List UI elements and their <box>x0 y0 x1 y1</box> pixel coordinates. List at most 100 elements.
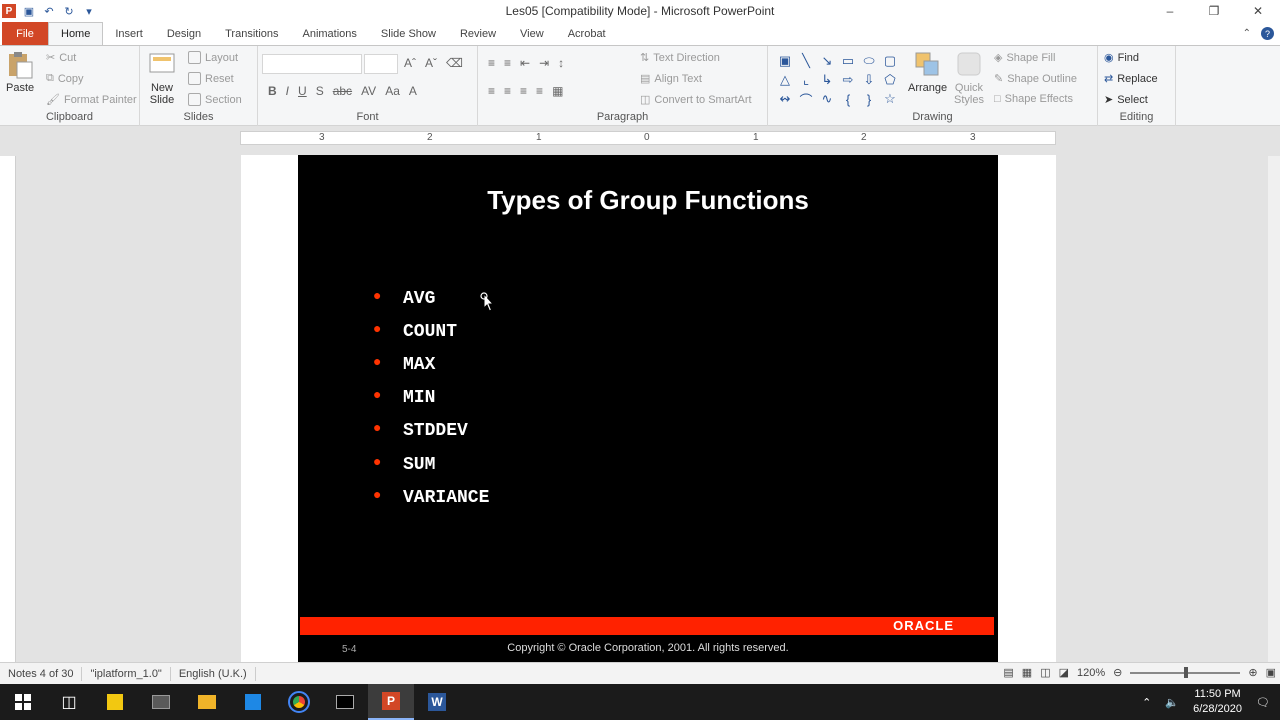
curve-shape-icon[interactable]: ↭ <box>776 90 794 108</box>
align-right-icon[interactable]: ≡ <box>520 84 527 98</box>
quick-styles-button[interactable]: Quick Styles <box>954 50 984 106</box>
triangle-shape-icon[interactable]: △ <box>776 71 794 89</box>
tab-home[interactable]: Home <box>48 22 104 45</box>
left-brace-icon[interactable]: { <box>839 90 857 108</box>
layout-button[interactable]: Layout <box>188 51 238 64</box>
shapes-gallery[interactable]: ▣ ╲ ↘ ▭ ⬭ ▢ △ ⌞ ↳ ⇨ ⇩ ⬠ ↭ ⌒ ∿ { } ☆ <box>776 52 904 108</box>
clear-formatting-icon[interactable]: ⌫ <box>446 56 463 70</box>
text-direction-button[interactable]: ⇅ Text Direction <box>640 51 720 65</box>
format-painter-button[interactable]: 🖌 Format Painter <box>46 93 137 107</box>
redo-icon[interactable]: ↻ <box>62 4 76 18</box>
chrome-icon[interactable] <box>276 684 322 720</box>
replace-button[interactable]: ⇄ Replace <box>1104 72 1158 86</box>
arrange-button[interactable]: Arrange <box>908 50 947 94</box>
reset-button[interactable]: Reset <box>188 72 234 85</box>
grow-font-icon[interactable]: Aˆ <box>404 56 416 70</box>
freeform-shape-icon[interactable]: ∿ <box>818 90 836 108</box>
slideshow-view-icon[interactable]: ◪ <box>1059 666 1069 679</box>
clock[interactable]: 11:50 PM 6/28/2020 <box>1193 687 1242 717</box>
font-size-combo[interactable] <box>364 54 398 74</box>
normal-view-icon[interactable]: ▤ <box>1003 666 1013 679</box>
elbow-connector-icon[interactable]: ⌞ <box>797 71 815 89</box>
oval-shape-icon[interactable]: ⬭ <box>860 52 878 70</box>
customize-qat-icon[interactable]: ▾ <box>82 4 96 18</box>
columns-icon[interactable]: ▦ <box>552 84 563 98</box>
powerpoint-logo-icon[interactable]: P <box>2 4 16 18</box>
pentagon-shape-icon[interactable]: ⬠ <box>881 71 899 89</box>
slide[interactable]: Types of Group Functions ● AVG ● COUNT ● MA… <box>298 155 998 662</box>
speaker-muted-icon[interactable]: 🔈 <box>1165 696 1179 709</box>
paste-button[interactable]: Paste <box>6 50 34 94</box>
fit-to-window-icon[interactable]: ▣ <box>1266 666 1276 679</box>
tab-review[interactable]: Review <box>448 22 508 45</box>
copy-button[interactable]: ⧉ Copy <box>46 72 84 85</box>
shape-fill-button[interactable]: ◈ Shape Fill <box>994 51 1055 65</box>
shadow-icon[interactable]: S <box>316 84 324 98</box>
command-prompt-icon[interactable] <box>322 684 368 720</box>
right-brace-icon[interactable]: } <box>860 90 878 108</box>
bullet-list[interactable]: ● AVG ● COUNT ● MAX ● MIN ● STDDEV ● SUM ● VARI… <box>373 282 489 514</box>
minimize-ribbon-icon[interactable]: ⌃ <box>1243 28 1251 39</box>
tab-file[interactable]: File <box>2 22 48 45</box>
find-button[interactable]: ◉ Find <box>1104 51 1139 65</box>
bold-icon[interactable]: B <box>268 84 277 98</box>
increase-indent-icon[interactable]: ⇥ <box>539 56 549 70</box>
zoom-out-icon[interactable]: ⊖ <box>1113 666 1122 679</box>
notifications-icon[interactable]: 🗨 <box>1256 696 1270 709</box>
undo-icon[interactable]: ↶ <box>42 4 56 18</box>
drawing-app-icon[interactable] <box>230 684 276 720</box>
align-center-icon[interactable]: ≡ <box>504 84 511 98</box>
chevron-up-icon[interactable]: ⌃ <box>1142 696 1151 709</box>
italic-icon[interactable]: I <box>286 84 289 98</box>
line-spacing-icon[interactable]: ↕ <box>558 56 564 70</box>
tab-animations[interactable]: Animations <box>291 22 369 45</box>
char-spacing-icon[interactable]: AV <box>361 84 376 98</box>
line-shape-icon[interactable]: ╲ <box>797 52 815 70</box>
decrease-indent-icon[interactable]: ⇤ <box>520 56 530 70</box>
convert-smartart-button[interactable]: ◫ Convert to SmartArt <box>640 93 752 107</box>
shape-outline-button[interactable]: ✎ Shape Outline <box>994 72 1077 86</box>
save-icon[interactable]: ▣ <box>22 4 36 18</box>
restore-icon[interactable]: ❐ <box>1192 0 1236 22</box>
select-button[interactable]: ➤ Select <box>1104 93 1148 107</box>
section-button[interactable]: Section <box>188 93 242 106</box>
windows-start-icon[interactable] <box>0 684 46 720</box>
help-icon[interactable]: ? <box>1261 27 1274 40</box>
slide-title[interactable]: Types of Group Functions <box>298 185 998 216</box>
tab-insert[interactable]: Insert <box>103 22 155 45</box>
arc-shape-icon[interactable]: ⌒ <box>797 90 815 108</box>
tab-view[interactable]: View <box>508 22 556 45</box>
rounded-rect-shape-icon[interactable]: ▢ <box>881 52 899 70</box>
terminal-app-icon[interactable] <box>138 684 184 720</box>
language-indicator[interactable]: English (U.K.) <box>171 666 256 681</box>
textbox-shape-icon[interactable]: ▣ <box>776 52 794 70</box>
reading-view-icon[interactable]: ◫ <box>1040 666 1050 679</box>
shape-effects-button[interactable]: □ Shape Effects <box>994 93 1073 105</box>
align-left-icon[interactable]: ≡ <box>488 84 495 98</box>
font-color-icon[interactable]: A <box>409 84 417 98</box>
bullets-icon[interactable]: ≡ <box>488 56 495 70</box>
task-view-icon[interactable]: ◫ <box>46 684 92 720</box>
vertical-scrollbar[interactable] <box>1268 156 1280 662</box>
powerpoint-taskbar-icon[interactable]: P <box>368 684 414 720</box>
new-slide-button[interactable]: New Slide <box>148 50 176 106</box>
zoom-in-icon[interactable]: ⊕ <box>1248 666 1257 679</box>
underline-icon[interactable]: U <box>298 84 307 98</box>
font-family-combo[interactable] <box>262 54 362 74</box>
rectangle-shape-icon[interactable]: ▭ <box>839 52 857 70</box>
down-arrow-shape-icon[interactable]: ⇩ <box>860 71 878 89</box>
numbering-icon[interactable]: ≡ <box>504 56 511 70</box>
shrink-font-icon[interactable]: Aˇ <box>425 56 437 70</box>
tab-slide-show[interactable]: Slide Show <box>369 22 448 45</box>
sticky-notes-icon[interactable] <box>92 684 138 720</box>
elbow-arrow-icon[interactable]: ↳ <box>818 71 836 89</box>
minimize-icon[interactable]: – <box>1148 0 1192 22</box>
star-shape-icon[interactable]: ☆ <box>881 90 899 108</box>
zoom-slider[interactable] <box>1130 666 1241 678</box>
slide-sorter-icon[interactable]: ▦ <box>1022 666 1032 679</box>
arrow-line-shape-icon[interactable]: ↘ <box>818 52 836 70</box>
close-icon[interactable]: ✕ <box>1236 0 1280 22</box>
file-explorer-icon[interactable] <box>184 684 230 720</box>
zoom-level[interactable]: 120% <box>1077 667 1105 679</box>
strikethrough-icon[interactable]: abc <box>333 84 352 98</box>
